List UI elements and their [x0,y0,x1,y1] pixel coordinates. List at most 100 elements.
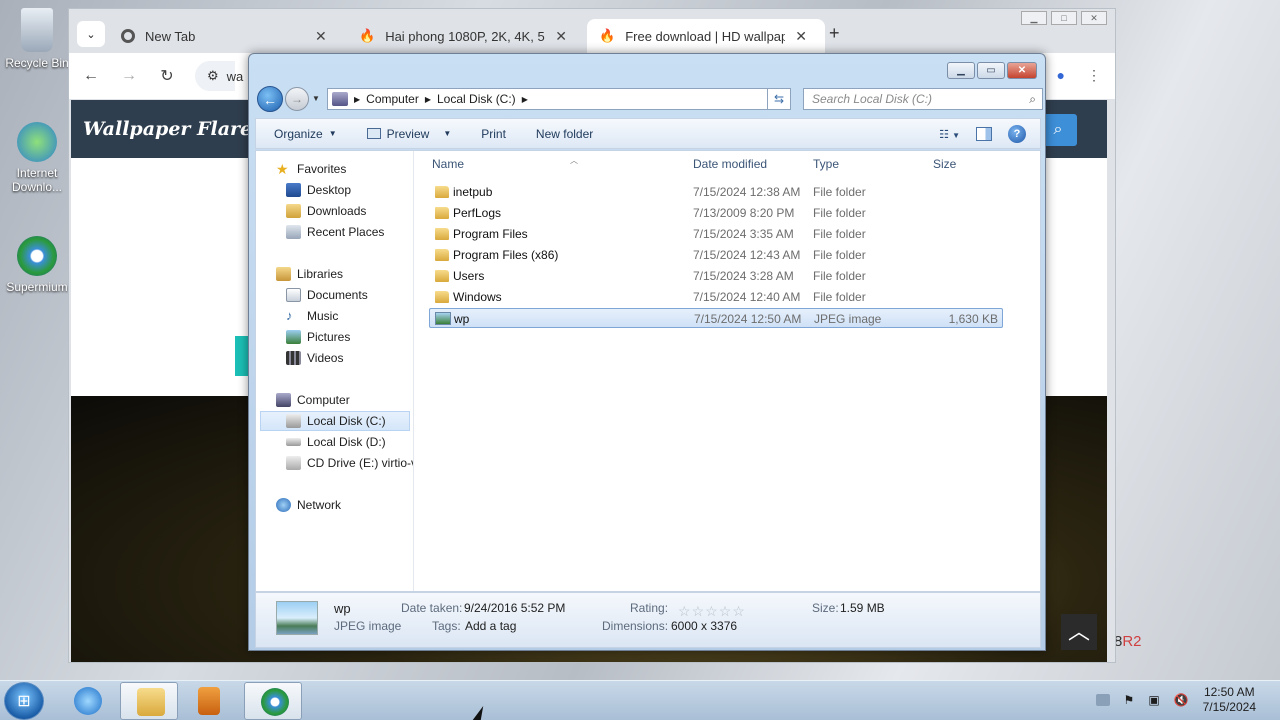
file-name: wp [454,312,470,326]
tab-free-download[interactable]: 🔥 Free download | HD wallpaper ✕ [587,19,825,53]
flame-icon: 🔥 [599,28,616,43]
nav-label: Network [297,498,342,512]
navigation-pane: ★ Favorites Desktop Downloads Recent Plac… [256,151,414,591]
star-icon[interactable]: ☆ [705,603,719,619]
file-row-windows[interactable]: Windows 7/15/2024 12:40 AM File folder [429,287,1003,307]
star-icon[interactable]: ☆ [719,603,733,619]
maximize-button[interactable]: □ [1051,11,1077,25]
taskbar-explorer[interactable] [120,682,178,720]
forward-button[interactable]: → [285,87,309,111]
back-button[interactable]: ← [257,86,283,112]
star-icon[interactable]: ☆ [732,603,746,619]
close-icon[interactable]: ✕ [315,28,327,45]
nav-pictures[interactable]: Pictures [286,327,350,347]
tab-search-button[interactable]: ⌄ [77,21,105,47]
maximize-button[interactable]: ▭ [977,62,1005,79]
minimize-button[interactable]: ▁ [947,62,975,79]
column-label: Name [432,157,465,171]
column-header-date[interactable]: Date modified [693,157,767,171]
minimize-button[interactable]: ▁ [1021,11,1047,25]
nav-desktop[interactable]: Desktop [286,180,351,200]
nav-cd-drive-e[interactable]: CD Drive (E:) virtio-v [286,453,413,473]
rating-stars[interactable]: ☆☆☆☆☆ [678,603,746,620]
preview-button[interactable]: Preview ▼ [366,127,451,141]
scroll-to-top-button[interactable]: ︿ [1061,614,1097,650]
recent-pages-button[interactable]: ▼ [312,94,320,103]
new-tab-button[interactable]: + [829,23,840,44]
nav-label: Music [307,309,339,323]
menu-icon[interactable]: ⋮ [1087,67,1101,84]
nav-music[interactable]: ♪ Music [286,306,338,326]
nav-computer[interactable]: Computer [276,390,350,410]
print-button[interactable]: Print [481,127,506,141]
nav-network[interactable]: Network [276,495,341,515]
file-row-users[interactable]: Users 7/15/2024 3:28 AM File folder [429,266,1003,286]
refresh-button[interactable]: ⇆ [767,88,791,110]
star-icon[interactable]: ☆ [692,603,706,619]
file-row-program-files-x86[interactable]: Program Files (x86) 7/15/2024 12:43 AM Fil… [429,245,1003,265]
volume-muted-icon[interactable]: 🔇 [1174,693,1189,707]
desktop-icon [286,183,301,197]
nav-local-disk-c[interactable]: Local Disk (C:) [260,411,410,431]
desktop-icon-recycle-bin[interactable]: Recycle Bin [4,8,70,70]
help-icon[interactable]: ? [1008,125,1026,143]
file-row-perflogs[interactable]: PerfLogs 7/13/2009 8:20 PM File folder [429,203,1003,223]
nav-libraries[interactable]: Libraries [276,264,343,284]
cd-drive-icon [286,456,301,470]
nav-label: Recent Places [307,225,385,239]
clock[interactable]: 12:50 AM 7/15/2024 [1203,685,1256,715]
search-input[interactable]: Search Local Disk (C:) ⌕ [803,88,1043,110]
nav-local-disk-d[interactable]: Local Disk (D:) [286,432,386,452]
close-icon[interactable]: ✕ [555,28,567,45]
file-name: Program Files (x86) [453,248,559,262]
breadcrumb-computer[interactable]: Computer [366,92,419,106]
nav-favorites[interactable]: ★ Favorites [276,159,346,179]
reload-button[interactable]: ↻ [151,66,183,86]
column-header-name[interactable]: ︿ Name [432,156,578,171]
taskbar-supermium[interactable] [244,682,302,720]
address-bar[interactable]: ⚙ wa [195,61,243,91]
nav-documents[interactable]: Documents [286,285,368,305]
nav-downloads[interactable]: Downloads [286,201,366,221]
command-bar-right: ☷ ▼ ? [939,125,1026,143]
column-header-size[interactable]: Size [933,157,956,171]
preview-pane-button[interactable] [976,127,992,141]
new-folder-button[interactable]: New folder [536,127,593,141]
tab-hai-phong[interactable]: 🔥 Hai phong 1080P, 2K, 4K, 5K HD ✕ [347,19,585,53]
site-logo[interactable]: Wallpaper Flare [83,118,252,140]
arrow-right-icon: → [291,92,303,106]
tab-strip: ⌄ New Tab ✕ 🔥 Hai phong 1080P, 2K, 4K, 5… [69,9,1115,53]
taskbar-media-player[interactable] [180,682,238,720]
close-button[interactable]: ✕ [1007,62,1037,79]
start-button[interactable]: ⊞ [4,682,44,720]
tab-new-tab[interactable]: New Tab ✕ [109,19,347,53]
network-tray-icon[interactable]: ▣ [1148,693,1159,707]
flag-icon[interactable]: ⚑ [1124,693,1135,707]
back-button[interactable]: ← [75,67,107,85]
breadcrumb-local-disk[interactable]: Local Disk (C:) [437,92,516,106]
close-icon[interactable]: ✕ [795,28,807,45]
site-info-icon[interactable]: ⚙ [207,68,219,84]
nav-label: Videos [307,351,344,365]
keyboard-icon[interactable] [1095,694,1110,706]
organize-button[interactable]: Organize ▼ [274,127,337,141]
desktop-icon-internet-download[interactable]: Internet Downlo... [4,122,70,194]
nav-videos[interactable]: Videos [286,348,343,368]
file-row-inetpub[interactable]: inetpub 7/15/2024 12:38 AM File folder [429,182,1003,202]
detail-tags-input[interactable]: Add a tag [465,619,516,633]
nav-recent-places[interactable]: Recent Places [286,222,384,242]
forward-button[interactable]: → [113,67,145,85]
file-row-program-files[interactable]: Program Files 7/15/2024 3:35 AM File folde… [429,224,1003,244]
column-header-type[interactable]: Type [813,157,839,171]
address-bar[interactable]: ▶ Computer ▶ Local Disk (C:) ▶ ▼ [327,88,789,110]
close-button[interactable]: ✕ [1081,11,1107,25]
file-row-wp[interactable]: wp 7/15/2024 12:50 AM JPEG image 1,630 KB [429,308,1003,328]
change-view-button[interactable]: ☷ ▼ [939,128,960,141]
taskbar-internet-explorer[interactable] [58,682,116,720]
search-placeholder: Search Local Disk (C:) [812,92,933,106]
profile-icon[interactable]: ● [1057,67,1065,84]
sort-ascending-icon: ︿ [570,156,578,165]
star-icon[interactable]: ☆ [678,603,692,619]
desktop-icon-supermium[interactable]: Supermium [4,236,70,294]
arrow-left-icon: ← [263,92,277,108]
